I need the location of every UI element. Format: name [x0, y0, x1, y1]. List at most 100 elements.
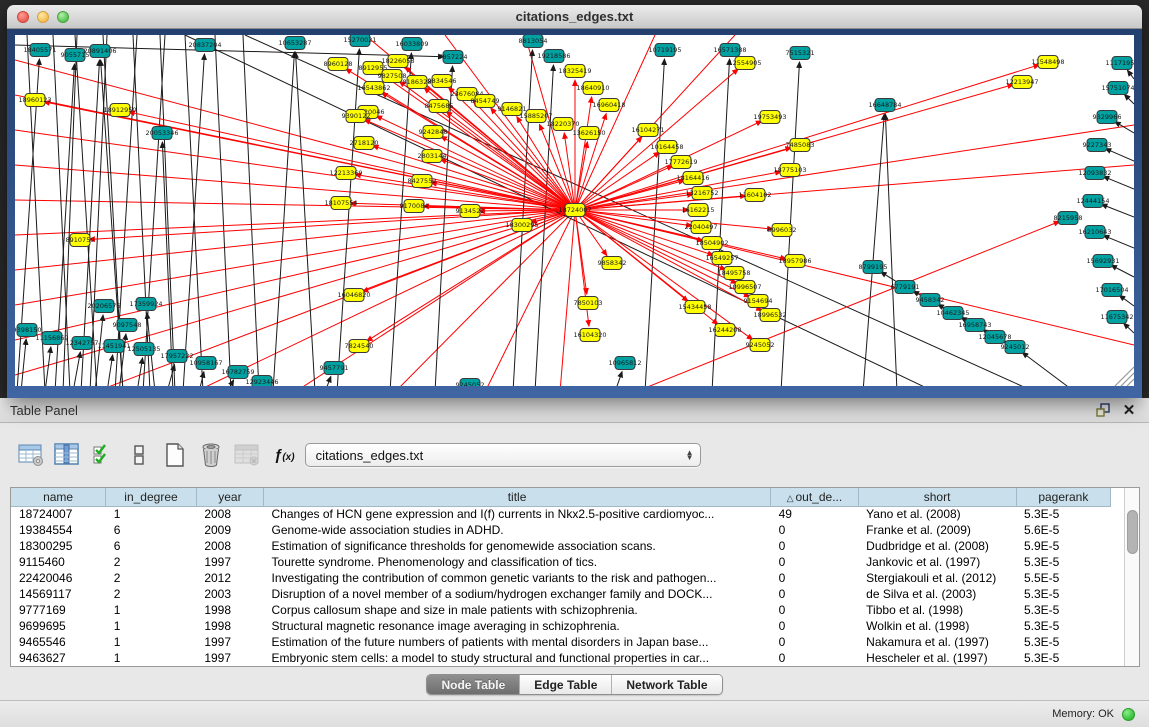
table-row[interactable]: 977716911998Corpus callosum shape and si…: [11, 602, 1125, 618]
create-column-button[interactable]: [160, 440, 190, 470]
graph-edge[interactable]: [107, 355, 113, 386]
graph-node-label: 18405571: [23, 46, 56, 54]
graph-edge[interactable]: [183, 54, 204, 386]
graph-node-label: 9458342: [916, 296, 945, 304]
graph-edge[interactable]: [15, 210, 575, 235]
column-checklist-button[interactable]: [88, 440, 118, 470]
graph-node-label: 18960123: [18, 96, 51, 104]
table-row[interactable]: 969969511998Structural magnetic resonanc…: [11, 618, 1125, 634]
graph-edge[interactable]: [133, 35, 150, 386]
graph-node-label: 11675342: [1100, 313, 1133, 321]
graph-edge[interactable]: [167, 365, 175, 386]
graph-edge[interactable]: [15, 210, 575, 270]
graph-edge[interactable]: [575, 35, 655, 210]
graph-node-label: 20837204: [188, 41, 221, 49]
show-columns-button[interactable]: [52, 440, 82, 470]
column-header-short[interactable]: short: [858, 488, 1016, 506]
graph-edge[interactable]: [325, 376, 331, 386]
graph-edge[interactable]: [1105, 149, 1134, 161]
window-titlebar[interactable]: citations_edges.txt: [7, 5, 1142, 29]
graph-edge[interactable]: [143, 35, 165, 386]
graph-node-label: 10164458: [650, 143, 683, 151]
table-row[interactable]: 911546021997Tourette syndrome. Phenomeno…: [11, 554, 1125, 570]
column-header-pagerank[interactable]: pagerank: [1016, 488, 1111, 506]
graph-edge[interactable]: [45, 347, 51, 386]
graph-edge[interactable]: [485, 210, 575, 386]
memory-status-indicator[interactable]: [1122, 708, 1135, 721]
table-vertical-scrollbar[interactable]: [1124, 488, 1139, 666]
column-header-year[interactable]: year: [196, 488, 263, 506]
function-builder-button[interactable]: ƒ(x): [274, 447, 295, 464]
graph-edge[interactable]: [1119, 295, 1134, 306]
graph-edge[interactable]: [1124, 323, 1134, 333]
table-header[interactable]: namein_degreeyeartitle△out_de...shortpag…: [11, 488, 1125, 506]
graph-node-label: 10462345: [936, 309, 969, 317]
graph-node-label: 16571388: [713, 46, 746, 54]
graph-edge[interactable]: [1101, 204, 1134, 217]
graph-edge[interactable]: [1111, 265, 1134, 277]
graph-edge[interactable]: [15, 210, 575, 340]
table-row[interactable]: 1938455462009Genome-wide association stu…: [11, 522, 1125, 538]
graph-edge[interactable]: [185, 35, 203, 386]
graph-edge[interactable]: [21, 339, 26, 386]
graph-edge[interactable]: [337, 49, 359, 386]
graph-edge[interactable]: [645, 59, 664, 386]
graph-edge[interactable]: [615, 372, 622, 386]
graph-edge[interactable]: [1022, 352, 1075, 386]
tab-node-table[interactable]: Node Table: [427, 675, 519, 694]
table-mode-button[interactable]: [16, 440, 46, 470]
graph-node-label: 11156869: [35, 334, 68, 342]
table-row[interactable]: 1456911722003Disruption of a novel membe…: [11, 586, 1125, 602]
delete-column-button[interactable]: [196, 440, 226, 470]
table-row[interactable]: 946362711997Embryonic stem cells: a mode…: [11, 650, 1125, 666]
tab-network-table[interactable]: Network Table: [611, 675, 721, 694]
table-row[interactable]: 1830029562008Estimation of significance …: [11, 538, 1125, 554]
graph-edge[interactable]: [1127, 70, 1134, 79]
graph-edge[interactable]: [575, 97, 592, 210]
graph-edge[interactable]: [367, 210, 575, 341]
graph-node-label: 7824540: [345, 342, 374, 350]
graph-edge[interactable]: [1103, 176, 1134, 189]
table-selector-dropdown[interactable]: citations_edges.txt ▲▼: [305, 443, 701, 467]
graph-node-label: 10996507: [728, 283, 761, 291]
graph-edge[interactable]: [90, 35, 107, 386]
graph-node-label: 15434458: [678, 303, 711, 311]
graph-edge[interactable]: [137, 358, 143, 386]
column-header-indegree[interactable]: in_degree: [106, 488, 197, 506]
graph-node-label: 9154694: [744, 297, 773, 305]
table-row[interactable]: 1872400712008Changes of HCN gene express…: [11, 506, 1125, 522]
graph-node-label: 9245052: [456, 381, 485, 386]
close-panel-icon[interactable]: ✕: [1119, 401, 1139, 419]
graph-edge[interactable]: [215, 35, 231, 386]
graph-edge[interactable]: [1124, 94, 1134, 104]
column-header-name[interactable]: name: [11, 488, 106, 506]
graph-edge[interactable]: [199, 372, 204, 386]
graph-edge[interactable]: [885, 114, 897, 386]
graph-edge[interactable]: [575, 210, 587, 294]
graph-edge[interactable]: [863, 114, 884, 386]
row-height-button[interactable]: [124, 440, 154, 470]
graph-edge[interactable]: [1103, 235, 1134, 248]
graph-edge[interactable]: [296, 52, 315, 386]
column-header-title[interactable]: title: [264, 488, 771, 506]
float-panel-icon[interactable]: [1093, 401, 1113, 419]
graph-edge[interactable]: [273, 52, 294, 386]
scrollbar-thumb[interactable]: [1127, 510, 1138, 554]
table-row[interactable]: 2242004622012Investigating the contribut…: [11, 570, 1125, 586]
graph-edge[interactable]: [15, 210, 575, 305]
graph-edge[interactable]: [575, 152, 660, 210]
graph-node-label: 16210643: [1078, 228, 1111, 236]
tab-edge-table[interactable]: Edge Table: [519, 675, 611, 694]
graph-node-label: 19218586: [537, 52, 570, 60]
graph-edge[interactable]: [44, 102, 575, 210]
graph-node-label: 6779191: [891, 283, 920, 291]
table-row[interactable]: 946554611997Estimation of the future num…: [11, 634, 1125, 650]
column-header-outde[interactable]: △out_de...: [771, 488, 859, 506]
graph-edge[interactable]: [89, 210, 575, 239]
graph-edge[interactable]: [75, 35, 97, 386]
network-canvas[interactable]: 1872400718300295896012889129551822605898…: [15, 35, 1134, 386]
resize-grip-icon[interactable]: [1115, 367, 1134, 386]
graph-node-label: 22040497: [684, 223, 717, 231]
graph-node-label: 8799195: [859, 263, 888, 271]
graph-edge[interactable]: [575, 65, 1039, 210]
